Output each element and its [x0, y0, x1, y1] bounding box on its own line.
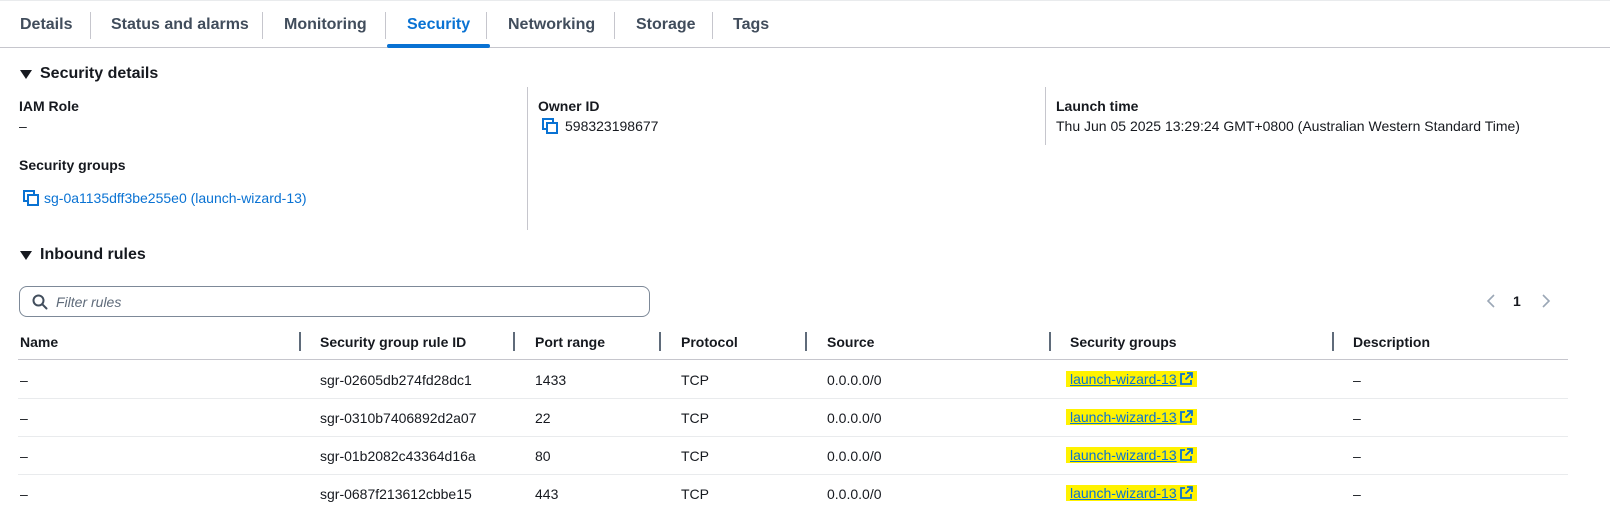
cell-source: 0.0.0.0/0: [827, 410, 882, 426]
external-link-icon: [1179, 372, 1193, 385]
column-resizer[interactable]: [1332, 332, 1334, 351]
row-divider: [18, 436, 1568, 437]
cell-description: –: [1353, 372, 1361, 388]
caret-down-icon: [20, 69, 32, 79]
row-divider: [18, 474, 1568, 475]
inbound-rules-toggle[interactable]: Inbound rules: [20, 246, 146, 264]
external-link-icon: [1179, 410, 1193, 423]
security-group-link[interactable]: launch-wizard-13: [1066, 409, 1197, 425]
cell-name: –: [20, 410, 28, 426]
security-group-link-label: launch-wizard-13: [1070, 371, 1177, 387]
iam-role-value: –: [19, 118, 27, 134]
column-header-security-groups[interactable]: Security groups: [1070, 334, 1177, 350]
cell-rule-id: sgr-0310b7406892d2a07: [320, 410, 477, 426]
security-details-toggle[interactable]: Security details: [20, 65, 158, 83]
cell-description: –: [1353, 448, 1361, 464]
cell-protocol: TCP: [681, 372, 709, 388]
cell-source: 0.0.0.0/0: [827, 372, 882, 388]
cell-protocol: TCP: [681, 410, 709, 426]
tab-divider: [712, 12, 713, 39]
security-group-link-label: launch-wizard-13: [1070, 409, 1177, 425]
cell-port-range: 22: [535, 410, 551, 426]
tab-security[interactable]: Security: [386, 1, 491, 48]
cell-name: –: [20, 486, 28, 502]
cell-description: –: [1353, 486, 1361, 502]
external-link-icon: [1179, 486, 1193, 499]
filter-rules-box: [19, 286, 650, 317]
cell-description: –: [1353, 410, 1361, 426]
security-group-link[interactable]: launch-wizard-13: [1066, 447, 1197, 463]
launch-time-value: Thu Jun 05 2025 13:29:24 GMT+0800 (Austr…: [1056, 118, 1520, 134]
security-details-title: Security details: [40, 65, 159, 82]
chevron-right-icon[interactable]: [1540, 291, 1552, 311]
tab-monitoring[interactable]: Monitoring: [284, 1, 367, 48]
tab-divider: [486, 12, 487, 39]
security-groups-label: Security groups: [19, 157, 126, 173]
tab-networking[interactable]: Networking: [508, 1, 595, 48]
column-divider: [527, 87, 528, 230]
column-resizer[interactable]: [1049, 332, 1051, 351]
tab-bar: Details Status and alarms Monitoring Sec…: [0, 0, 1610, 48]
tab-divider: [614, 12, 615, 39]
row-divider: [18, 398, 1568, 399]
cell-name: –: [20, 448, 28, 464]
column-header-source[interactable]: Source: [827, 334, 874, 350]
inbound-rules-title: Inbound rules: [40, 246, 146, 263]
column-resizer[interactable]: [299, 332, 301, 351]
cell-port-range: 1433: [535, 372, 567, 388]
tab-tags[interactable]: Tags: [733, 1, 769, 48]
copy-icon[interactable]: [23, 190, 39, 206]
cell-rule-id: sgr-0687f213612cbbe15: [320, 486, 472, 502]
copy-icon[interactable]: [542, 118, 558, 134]
security-group-link[interactable]: sg-0a1135dff3be255e0 (launch-wizard-13): [44, 190, 307, 206]
column-resizer[interactable]: [659, 332, 661, 351]
cell-source: 0.0.0.0/0: [827, 486, 882, 502]
column-header-name[interactable]: Name: [20, 334, 58, 350]
owner-id-label: Owner ID: [538, 98, 600, 114]
external-link-icon: [1179, 448, 1193, 461]
cell-rule-id: sgr-02605db274fd28dc1: [320, 372, 472, 388]
security-group-link[interactable]: launch-wizard-13: [1066, 371, 1197, 387]
column-divider: [1045, 87, 1046, 145]
column-header-protocol[interactable]: Protocol: [681, 334, 738, 350]
cell-protocol: TCP: [681, 448, 709, 464]
column-header-port-range[interactable]: Port range: [535, 334, 605, 350]
tab-storage[interactable]: Storage: [636, 1, 696, 48]
security-group-link[interactable]: launch-wizard-13: [1066, 485, 1197, 501]
filter-rules-input[interactable]: [56, 292, 636, 312]
tab-divider: [90, 12, 91, 39]
cell-source: 0.0.0.0/0: [827, 448, 882, 464]
cell-port-range: 443: [535, 486, 559, 502]
column-resizer[interactable]: [513, 332, 515, 351]
column-header-rule-id[interactable]: Security group rule ID: [320, 334, 466, 350]
cell-rule-id: sgr-01b2082c43364d16a: [320, 448, 476, 464]
cell-port-range: 80: [535, 448, 551, 464]
column-header-description[interactable]: Description: [1353, 334, 1430, 350]
security-group-link-label: launch-wizard-13: [1070, 447, 1177, 463]
search-icon: [32, 294, 48, 310]
iam-role-label: IAM Role: [19, 98, 79, 114]
security-group-link-label: launch-wizard-13: [1070, 485, 1177, 501]
column-resizer[interactable]: [805, 332, 807, 351]
launch-time-label: Launch time: [1056, 98, 1139, 114]
page-number[interactable]: 1: [1513, 291, 1521, 311]
chevron-left-icon[interactable]: [1485, 291, 1497, 311]
cell-name: –: [20, 372, 28, 388]
caret-down-icon: [20, 250, 32, 260]
tab-status-and-alarms[interactable]: Status and alarms: [111, 1, 249, 48]
cell-protocol: TCP: [681, 486, 709, 502]
tab-details[interactable]: Details: [20, 1, 72, 48]
owner-id-value: 598323198677: [565, 118, 659, 134]
tab-divider: [385, 12, 386, 39]
table-header-divider: [18, 359, 1568, 360]
tab-divider: [262, 12, 263, 39]
